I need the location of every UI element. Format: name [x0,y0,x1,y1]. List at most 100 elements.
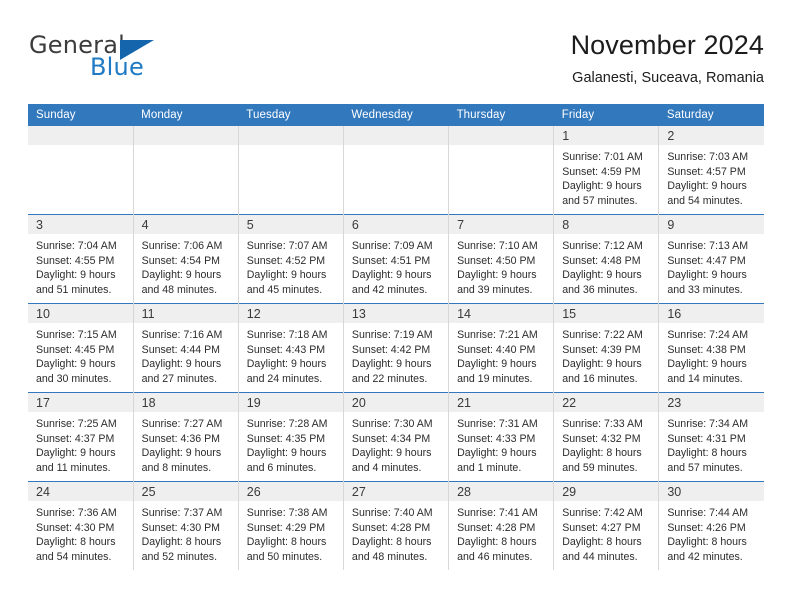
calendar-day-cell[interactable]: 19 Sunrise: 7:28 AM Sunset: 4:35 PM Dayligh… [238,392,344,482]
calendar-day-cell[interactable]: 18 Sunrise: 7:27 AM Sunset: 4:36 PM Dayligh… [133,392,239,482]
sunrise-time: Sunrise: 7:27 AM [141,418,223,430]
day-number-band: 2 [659,126,764,145]
sunrise-time: Sunrise: 7:30 AM [351,418,433,430]
calendar-day-cell[interactable]: 22 Sunrise: 7:33 AM Sunset: 4:32 PM Dayligh… [553,392,660,482]
daylight-duration-line2: and 42 minutes. [667,550,743,563]
day-details: Sunrise: 7:07 AM Sunset: 4:52 PM Daylight:… [239,234,343,297]
day-number-band: 13 [343,304,449,323]
calendar-day-cell[interactable]: 7 Sunrise: 7:10 AM Sunset: 4:50 PM Daylight… [448,214,555,304]
calendar-day-cell[interactable]: 15 Sunrise: 7:22 AM Sunset: 4:39 PM Dayligh… [553,303,660,393]
daylight-duration-line1: Daylight: 8 hours [457,536,537,549]
calendar-day-cell[interactable]: 24 Sunrise: 7:36 AM Sunset: 4:30 PM Dayligh… [28,481,134,570]
daylight-duration-line1: Daylight: 8 hours [562,447,642,460]
day-details: Sunrise: 7:16 AM Sunset: 4:44 PM Daylight:… [134,323,238,386]
weekday-header-monday: Monday [133,104,239,126]
calendar-day-cell[interactable]: 12 Sunrise: 7:18 AM Sunset: 4:43 PM Dayligh… [238,303,344,393]
day-number: 13 [351,307,366,321]
sunrise-time: Sunrise: 7:38 AM [246,507,328,519]
day-number-band [133,126,238,145]
daylight-duration-line2: and 54 minutes. [36,550,112,563]
sunrise-time: Sunrise: 7:21 AM [457,329,538,341]
calendar-day-cell[interactable]: 20 Sunrise: 7:30 AM Sunset: 4:34 PM Dayligh… [343,392,450,482]
calendar-day-cell[interactable]: 26 Sunrise: 7:38 AM Sunset: 4:29 PM Dayligh… [238,481,344,570]
calendar-day-cell[interactable]: 10 Sunrise: 7:15 AM Sunset: 4:45 PM Dayligh… [28,303,134,393]
day-number-band: 25 [133,482,238,501]
daylight-duration-line1: Daylight: 9 hours [457,447,537,460]
calendar-day-cell[interactable]: 3 Sunrise: 7:04 AM Sunset: 4:55 PM Daylight… [28,214,134,304]
day-details: Sunrise: 7:31 AM Sunset: 4:33 PM Daylight:… [449,412,553,475]
daylight-duration-line2: and 14 minutes. [667,372,743,385]
daylight-duration-line1: Daylight: 9 hours [351,269,432,282]
calendar-week-row: 24 Sunrise: 7:36 AM Sunset: 4:30 PM Dayligh… [28,481,764,570]
daylight-duration-line2: and 48 minutes. [351,550,428,563]
calendar-day-cell-empty [448,126,555,215]
daylight-duration-line1: Daylight: 9 hours [36,269,116,282]
calendar-day-cell[interactable]: 6 Sunrise: 7:09 AM Sunset: 4:51 PM Daylight… [343,214,450,304]
calendar-day-cell[interactable]: 13 Sunrise: 7:19 AM Sunset: 4:42 PM Dayligh… [343,303,450,393]
sunset-time: Sunset: 4:59 PM [562,165,641,178]
sunset-time: Sunset: 4:48 PM [562,254,641,267]
daylight-duration-line1: Daylight: 8 hours [246,536,327,549]
day-number-band [343,126,449,145]
day-number: 23 [667,396,682,410]
calendar-day-cell[interactable]: 11 Sunrise: 7:16 AM Sunset: 4:44 PM Dayligh… [133,303,239,393]
day-details: Sunrise: 7:38 AM Sunset: 4:29 PM Daylight:… [239,501,343,564]
daylight-duration-line1: Daylight: 9 hours [141,358,222,371]
calendar-day-cell[interactable]: 1 Sunrise: 7:01 AM Sunset: 4:59 PM Daylight… [553,126,660,215]
sunset-time: Sunset: 4:47 PM [667,254,746,267]
calendar-day-cell[interactable]: 29 Sunrise: 7:42 AM Sunset: 4:27 PM Dayligh… [553,481,660,570]
title-block: November 2024 Galanesti, Suceava, Romani… [571,28,764,87]
day-number: 14 [457,307,471,321]
daylight-duration-line1: Daylight: 9 hours [246,269,327,282]
day-details: Sunrise: 7:21 AM Sunset: 4:40 PM Daylight:… [449,323,553,386]
daylight-duration-line1: Daylight: 9 hours [562,358,642,371]
generalblue-logo[interactable]: General Blue [28,31,238,89]
day-number-band: 21 [449,393,554,412]
calendar-day-cell[interactable]: 14 Sunrise: 7:21 AM Sunset: 4:40 PM Dayligh… [448,303,555,393]
day-number: 20 [351,396,366,410]
daylight-duration-line1: Daylight: 9 hours [246,447,327,460]
sunrise-time: Sunrise: 7:33 AM [562,418,643,430]
logo-text-blue: Blue [90,53,144,81]
day-number-band [238,126,343,145]
sunrise-time: Sunrise: 7:19 AM [351,329,433,341]
calendar-day-cell[interactable]: 23 Sunrise: 7:34 AM Sunset: 4:31 PM Dayligh… [658,392,764,482]
calendar-day-cell[interactable]: 25 Sunrise: 7:37 AM Sunset: 4:30 PM Dayligh… [133,481,239,570]
sunrise-time: Sunrise: 7:04 AM [36,240,117,252]
daylight-duration-line2: and 59 minutes. [562,461,638,474]
daylight-duration-line2: and 6 minutes. [246,461,317,474]
day-number-band: 1 [554,126,659,145]
calendar-day-cell[interactable]: 9 Sunrise: 7:13 AM Sunset: 4:47 PM Daylight… [658,214,764,304]
daylight-duration-line2: and 45 minutes. [246,283,323,296]
day-details: Sunrise: 7:44 AM Sunset: 4:26 PM Daylight:… [659,501,764,564]
weekday-header-tuesday: Tuesday [238,104,344,126]
day-number-band: 10 [28,304,133,323]
calendar-day-cell[interactable]: 28 Sunrise: 7:41 AM Sunset: 4:28 PM Dayligh… [448,481,555,570]
day-number-band: 5 [238,215,343,234]
calendar-day-cell-empty [28,126,134,215]
sunrise-time: Sunrise: 7:16 AM [141,329,223,341]
calendar-day-cell[interactable]: 16 Sunrise: 7:24 AM Sunset: 4:38 PM Dayligh… [658,303,764,393]
sunset-time: Sunset: 4:40 PM [457,343,536,356]
calendar-day-cell[interactable]: 5 Sunrise: 7:07 AM Sunset: 4:52 PM Daylight… [238,214,344,304]
sunrise-time: Sunrise: 7:13 AM [667,240,749,252]
sunset-time: Sunset: 4:26 PM [667,521,746,534]
daylight-duration-line1: Daylight: 9 hours [36,358,116,371]
day-number: 21 [457,396,471,410]
calendar-day-cell[interactable]: 21 Sunrise: 7:31 AM Sunset: 4:33 PM Dayligh… [448,392,555,482]
calendar-day-cell[interactable]: 17 Sunrise: 7:25 AM Sunset: 4:37 PM Dayligh… [28,392,134,482]
sunset-time: Sunset: 4:34 PM [351,432,431,445]
day-number-band: 17 [28,393,133,412]
calendar-day-cell[interactable]: 2 Sunrise: 7:03 AM Sunset: 4:57 PM Daylight… [658,126,764,215]
calendar-day-cell[interactable]: 4 Sunrise: 7:06 AM Sunset: 4:54 PM Daylight… [133,214,239,304]
sunset-time: Sunset: 4:31 PM [667,432,746,445]
day-number-band: 30 [659,482,764,501]
day-number: 9 [667,218,675,232]
sunrise-time: Sunrise: 7:28 AM [246,418,328,430]
calendar-day-cell[interactable]: 30 Sunrise: 7:44 AM Sunset: 4:26 PM Dayligh… [658,481,764,570]
daylight-duration-line1: Daylight: 9 hours [36,447,116,460]
calendar-day-cell[interactable]: 8 Sunrise: 7:12 AM Sunset: 4:48 PM Daylight… [553,214,660,304]
sunrise-time: Sunrise: 7:31 AM [457,418,538,430]
calendar-day-cell[interactable]: 27 Sunrise: 7:40 AM Sunset: 4:28 PM Dayligh… [343,481,450,570]
daylight-duration-line1: Daylight: 8 hours [141,536,222,549]
